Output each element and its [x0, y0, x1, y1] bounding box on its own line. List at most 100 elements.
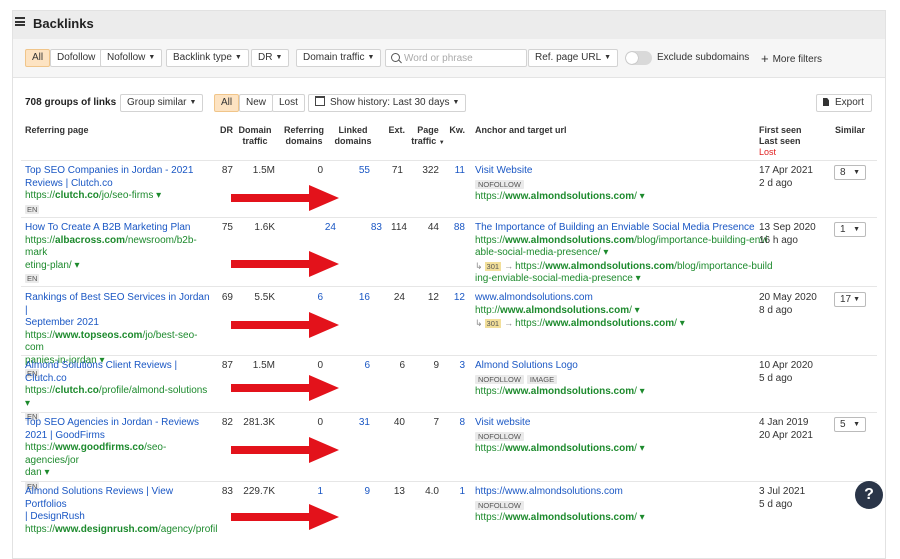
referring-page-title[interactable]: Rankings of Best SEO Services in Jordan …: [25, 292, 211, 330]
dr-dropdown[interactable]: DR ▼: [251, 49, 290, 67]
redirect-url[interactable]: ↳ 301 → https://www.almondsolutions.com/blo…: [475, 260, 773, 286]
exclude-subdomains-toggle[interactable]: [625, 51, 652, 65]
target-url[interactable]: http://www.almondsolutions.com/ ▾: [475, 305, 755, 318]
caret-down-icon: ▼: [189, 99, 197, 106]
export-button[interactable]: Export: [816, 94, 872, 112]
domain-traffic-dropdown[interactable]: Domain traffic ▼: [296, 49, 382, 67]
referring-domains-value: 0: [317, 417, 323, 428]
referring-page-title[interactable]: Top SEO Companies in Jordan - 2021 Review…: [25, 165, 211, 190]
linked-domains-value[interactable]: 31: [331, 417, 370, 428]
row-divider: [21, 160, 877, 161]
show-all-button[interactable]: All: [214, 94, 240, 112]
filter-dofollow-button[interactable]: Dofollow: [50, 49, 103, 67]
referring-page-url[interactable]: https://www.designrush.com/agency/profil: [25, 524, 217, 537]
dr-value: 82: [221, 417, 233, 428]
referring-page-url[interactable]: https://clutch.co/profile/almond-solutio…: [25, 385, 211, 410]
referring-page-url[interactable]: https://albacross.com/newsroom/b2b-mark e…: [25, 235, 211, 273]
kw-value[interactable]: 88: [445, 222, 465, 233]
similar-dropdown[interactable]: 5 ▼: [834, 417, 866, 432]
target-url[interactable]: https://www.almondsolutions.com/ ▾: [475, 191, 755, 204]
more-filters-button[interactable]: + More filters: [761, 51, 822, 66]
history-dropdown[interactable]: Show history: Last 30 days ▼: [308, 94, 467, 112]
show-lost-button[interactable]: Lost: [272, 94, 305, 112]
linked-domains-value[interactable]: 6: [331, 360, 370, 371]
kw-value[interactable]: 1: [445, 486, 465, 497]
ext-value: 40: [393, 417, 405, 428]
referring-page-title[interactable]: How To Create A B2B Marketing Plan: [25, 222, 211, 235]
help-button[interactable]: ?: [855, 481, 883, 509]
ref-page-url-dropdown[interactable]: Ref. page URL ▼: [528, 49, 619, 67]
col-anchor[interactable]: Anchor and target url: [475, 125, 567, 136]
col-dr[interactable]: DR: [209, 125, 233, 136]
col-referring-domains[interactable]: Referring domains: [281, 125, 327, 147]
caret-down-icon: ▼: [452, 99, 460, 106]
anchor-text[interactable]: Visit website: [475, 417, 755, 430]
anchor-cell: https://www.almondsolutions.com NOFOLLOW…: [475, 486, 755, 525]
redirect-301-badge: 301: [484, 319, 502, 328]
dr-value: 87: [221, 360, 233, 371]
anchor-text[interactable]: Visit Website: [475, 165, 755, 178]
kw-value[interactable]: 12: [445, 292, 465, 303]
domain-traffic-value: 229.7K: [243, 486, 275, 497]
kw-value[interactable]: 3: [445, 360, 465, 371]
backlink-type-dropdown[interactable]: Backlink type ▼: [166, 49, 249, 67]
caret-down-icon: ▼: [148, 54, 156, 61]
target-url[interactable]: https://www.almondsolutions.com/ ▾: [475, 512, 755, 525]
dr-value: 69: [221, 292, 233, 303]
calendar-icon: [315, 96, 325, 106]
redirect-arrow-icon: ↳: [475, 318, 483, 328]
linked-domains-value[interactable]: 83: [331, 222, 382, 233]
caret-down-icon: ▼: [234, 54, 242, 61]
target-url[interactable]: https://www.almondsolutions.com/ ▾: [475, 386, 755, 399]
linked-domains-value[interactable]: 9: [331, 486, 370, 497]
search-field[interactable]: [385, 49, 527, 67]
referring-page-title[interactable]: Almond Solutions Reviews | View Portfoli…: [25, 486, 211, 524]
show-new-button[interactable]: New: [239, 94, 274, 112]
similar-dropdown[interactable]: 8 ▼: [834, 165, 866, 180]
col-ext[interactable]: Ext.: [383, 125, 405, 136]
hamburger-menu-icon[interactable]: [15, 17, 25, 26]
red-arrow-annotation: [231, 375, 339, 401]
similar-dropdown[interactable]: 17 ▼: [834, 292, 866, 307]
col-kw[interactable]: Kw.: [445, 125, 465, 136]
target-url[interactable]: https://www.almondsolutions.com/blog/imp…: [475, 235, 768, 260]
col-first-last-seen[interactable]: First seen Last seen Lost: [759, 125, 802, 158]
target-url[interactable]: https://www.almondsolutions.com/ ▾: [475, 443, 755, 456]
anchor-text[interactable]: www.almondsolutions.com: [475, 292, 755, 305]
referring-page-url[interactable]: https://clutch.co/jo/seo-firms ▾: [25, 190, 211, 203]
caret-down-icon: ▼: [853, 169, 860, 176]
referring-domains-value[interactable]: 6: [281, 292, 323, 303]
anchor-cell: Visit Website NOFOLLOW https://www.almon…: [475, 165, 755, 204]
col-referring-page[interactable]: Referring page: [25, 125, 89, 136]
referring-page-title[interactable]: Almond Solutions Client Reviews | Clutch.…: [25, 360, 211, 385]
kw-value[interactable]: 11: [445, 165, 465, 176]
col-similar[interactable]: Similar: [835, 125, 865, 136]
domain-traffic-value: 281.3K: [243, 417, 275, 428]
toggle-knob: [626, 52, 638, 64]
col-domain-traffic[interactable]: Domain traffic: [235, 125, 275, 147]
redirect-url[interactable]: ↳ 301 → https://www.almondsolutions.com/ ▾: [475, 317, 755, 331]
anchor-text[interactable]: Almond Solutions Logo: [475, 360, 755, 373]
linked-domains-value[interactable]: 55: [331, 165, 370, 176]
linked-domains-value[interactable]: 16: [331, 292, 370, 303]
col-linked-domains[interactable]: Linked domains: [331, 125, 375, 147]
caret-down-icon: ▼: [275, 54, 283, 61]
referring-domains-value[interactable]: 1: [281, 486, 323, 497]
filter-all-button[interactable]: All: [25, 49, 51, 67]
similar-dropdown[interactable]: 1 ▼: [834, 222, 866, 237]
group-similar-dropdown[interactable]: Group similar ▼: [120, 94, 204, 112]
col-page-traffic[interactable]: Page traffic ▼: [411, 125, 445, 149]
anchor-text[interactable]: https://www.almondsolutions.com: [475, 486, 755, 499]
filter-nofollow-dropdown[interactable]: Nofollow ▼: [100, 49, 163, 67]
page-traffic-value: 44: [427, 222, 439, 233]
domain-traffic-value: 5.5K: [254, 292, 275, 303]
nofollow-tag: NOFOLLOW: [475, 374, 524, 384]
row-divider: [21, 286, 877, 287]
referring-page-url[interactable]: https://www.goodfirms.co/seo-agencies/jo…: [25, 442, 211, 480]
kw-value[interactable]: 8: [445, 417, 465, 428]
search-input[interactable]: [404, 51, 522, 65]
anchor-text[interactable]: The Importance of Building an Enviable S…: [475, 222, 755, 235]
referring-domains-value[interactable]: 24: [281, 222, 336, 233]
referring-page-title[interactable]: Top SEO Agencies in Jordan - Reviews 2021…: [25, 417, 211, 442]
nofollow-tag: NOFOLLOW: [475, 431, 524, 441]
